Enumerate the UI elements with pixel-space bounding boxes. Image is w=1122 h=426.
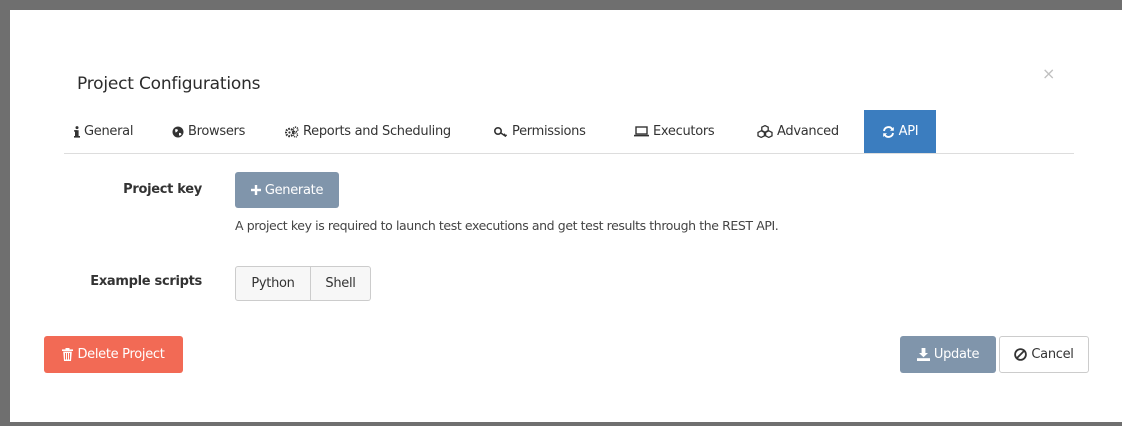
trash-icon — [62, 348, 74, 361]
tab-label: API — [898, 124, 919, 139]
tab-general[interactable]: General — [74, 110, 149, 153]
cancel-label: Cancel — [1031, 347, 1074, 362]
globe-icon — [172, 126, 184, 138]
delete-project-label: Delete Project — [77, 347, 165, 362]
tab-label: Permissions — [512, 124, 586, 139]
download-icon — [916, 348, 930, 361]
python-script-button[interactable]: Python — [235, 266, 311, 301]
tab-bar: General Browsers Reports and Scheduling … — [64, 110, 1074, 154]
tab-label: Executors — [653, 124, 715, 139]
tab-permissions[interactable]: Permissions — [494, 110, 612, 153]
tab-api[interactable]: API — [864, 110, 936, 153]
generate-button[interactable]: Generate — [235, 172, 339, 208]
tab-reports-and-scheduling[interactable]: Reports and Scheduling — [285, 110, 475, 153]
info-icon — [74, 125, 80, 138]
gears-icon — [285, 125, 299, 138]
tab-label: Reports and Scheduling — [303, 124, 451, 139]
example-scripts-group: Python Shell — [235, 266, 371, 301]
tab-executors[interactable]: Executors — [634, 110, 734, 153]
tab-browsers[interactable]: Browsers — [172, 110, 262, 153]
tab-label: General — [84, 124, 134, 139]
cancel-button[interactable]: Cancel — [999, 336, 1089, 373]
close-button[interactable]: × — [1042, 64, 1055, 83]
example-scripts-label: Example scripts — [90, 274, 202, 289]
refresh-icon — [882, 125, 895, 138]
project-configurations-modal: Project Configurations × General Browser… — [10, 10, 1122, 422]
laptop-icon — [634, 126, 649, 137]
key-icon — [494, 126, 508, 138]
plus-icon — [250, 185, 261, 195]
update-button[interactable]: Update — [900, 336, 996, 373]
cubes-icon — [757, 125, 773, 138]
ban-icon — [1014, 348, 1028, 361]
tab-advanced[interactable]: Advanced — [757, 110, 857, 153]
tab-label: Browsers — [188, 124, 246, 139]
project-key-label: Project key — [123, 182, 202, 197]
modal-title: Project Configurations — [77, 74, 261, 94]
update-label: Update — [933, 347, 980, 362]
project-key-help-text: A project key is required to launch test… — [235, 218, 779, 233]
shell-script-button[interactable]: Shell — [311, 266, 371, 301]
tab-label: Advanced — [777, 124, 839, 139]
generate-label: Generate — [264, 182, 324, 198]
delete-project-button[interactable]: Delete Project — [44, 336, 183, 373]
